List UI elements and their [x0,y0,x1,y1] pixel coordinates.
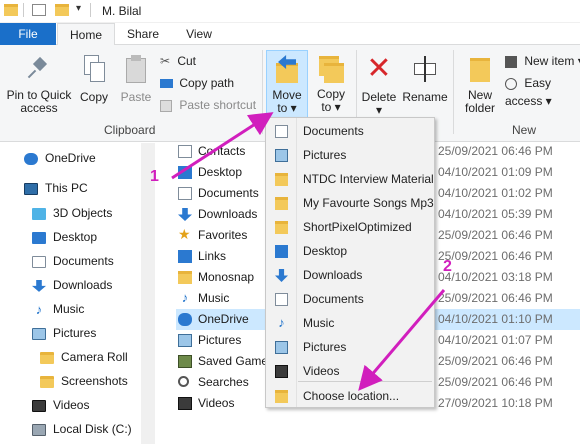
annotation-arrow-1 [171,112,274,180]
annotation-number-2: 2 [443,258,452,275]
annotation-number-1: 1 [150,168,159,185]
annotation-arrow-2 [358,289,446,391]
annotation-overlay [171,112,446,391]
file-explorer-window: ▾ M. Bilal File Home Share View Pin to Q… [0,0,580,444]
